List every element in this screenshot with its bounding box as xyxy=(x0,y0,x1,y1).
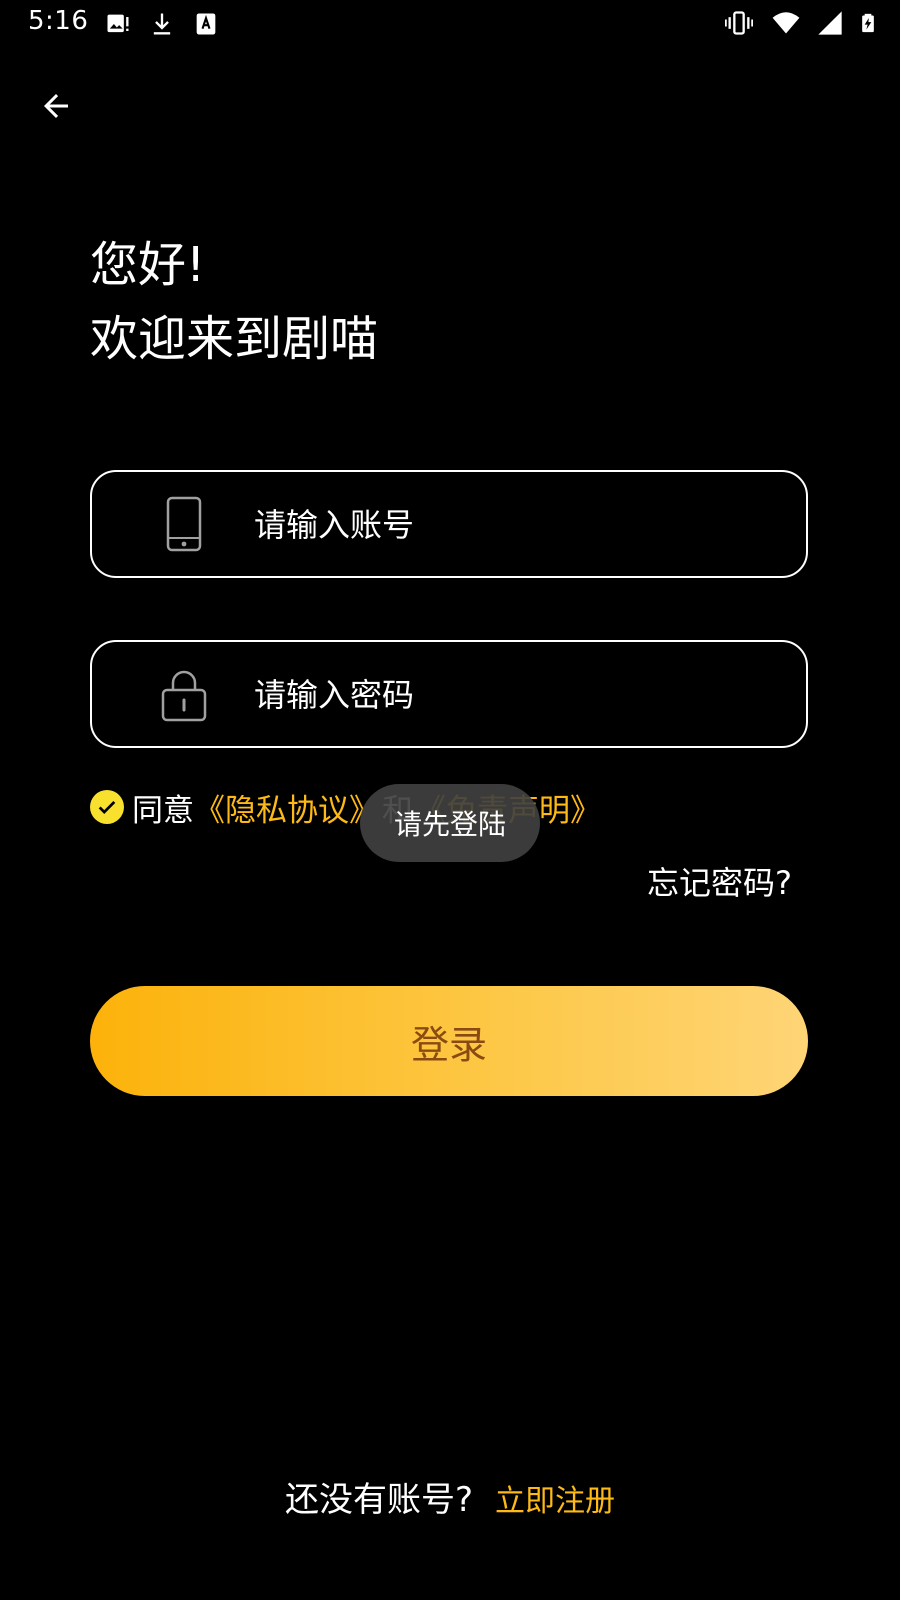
register-question: 还没有账号? xyxy=(284,1480,474,1520)
arrow-left-icon xyxy=(44,94,68,118)
vibrate-icon xyxy=(725,11,753,35)
status-left-icons xyxy=(104,10,220,38)
lock-icon xyxy=(161,670,207,722)
password-field[interactable] xyxy=(90,640,808,748)
phone-icon xyxy=(166,496,202,552)
password-input[interactable] xyxy=(252,642,776,748)
account-input[interactable] xyxy=(252,472,776,578)
greeting: 您好! 欢迎来到剧喵 xyxy=(90,228,378,376)
status-right-icons xyxy=(722,9,878,37)
privacy-agreement-link[interactable]: 《隐私协议》 xyxy=(194,785,380,830)
image-icon xyxy=(107,14,129,33)
font-icon xyxy=(196,13,216,35)
login-button[interactable]: 登录 xyxy=(90,986,808,1096)
register-row: 还没有账号? 立即注册 xyxy=(0,1472,900,1521)
forgot-password-link[interactable]: 忘记密码? xyxy=(647,858,792,904)
status-time: 5:16 xyxy=(28,6,89,36)
back-button[interactable] xyxy=(32,82,80,130)
toast-message: 请先登陆 xyxy=(360,784,540,862)
agree-checkbox[interactable] xyxy=(90,790,124,824)
wifi-icon xyxy=(772,12,800,34)
account-field[interactable] xyxy=(90,470,808,578)
greeting-line-2: 欢迎来到剧喵 xyxy=(90,311,379,367)
signal-icon xyxy=(818,11,842,35)
greeting-line-1: 您好! xyxy=(90,237,206,293)
download-icon xyxy=(153,13,171,35)
agree-prefix: 同意 xyxy=(132,792,194,829)
status-bar: 5:16 xyxy=(0,0,900,48)
register-link[interactable]: 立即注册 xyxy=(495,1476,615,1520)
check-icon xyxy=(98,800,116,814)
battery-charging-icon xyxy=(862,13,874,33)
